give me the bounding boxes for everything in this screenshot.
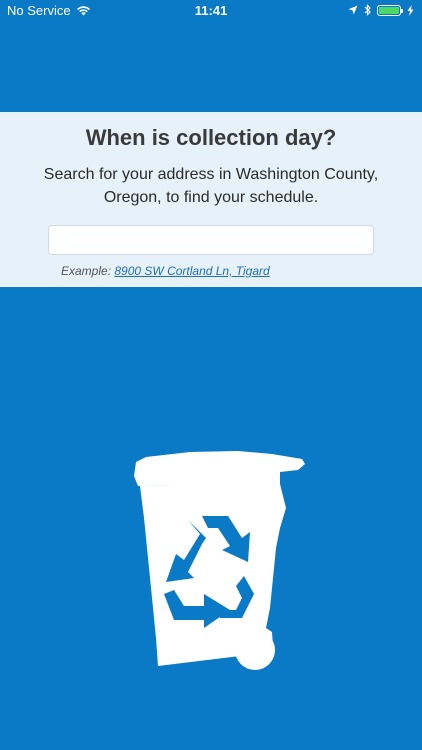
address-search-input[interactable] (48, 225, 374, 255)
search-panel: When is collection day? Search for your … (0, 112, 422, 287)
example-prefix: Example: (61, 264, 112, 278)
battery-tip (401, 8, 403, 13)
bluetooth-icon (364, 4, 371, 16)
recycling-bin-icon (134, 451, 305, 670)
page-subtitle: Search for your address in Washington Co… (43, 166, 379, 206)
status-right (348, 4, 414, 16)
location-arrow-icon (348, 5, 358, 15)
status-bar: No Service 11:41 (0, 0, 422, 22)
charging-bolt-icon (407, 4, 414, 16)
example-address-link[interactable]: 8900 SW Cortland Ln, Tigard (114, 264, 269, 278)
battery-icon (377, 4, 403, 16)
battery-level (379, 6, 399, 14)
example-hint: Example: 8900 SW Cortland Ln, Tigard (61, 264, 270, 278)
page-title: When is collection day? (85, 125, 337, 150)
